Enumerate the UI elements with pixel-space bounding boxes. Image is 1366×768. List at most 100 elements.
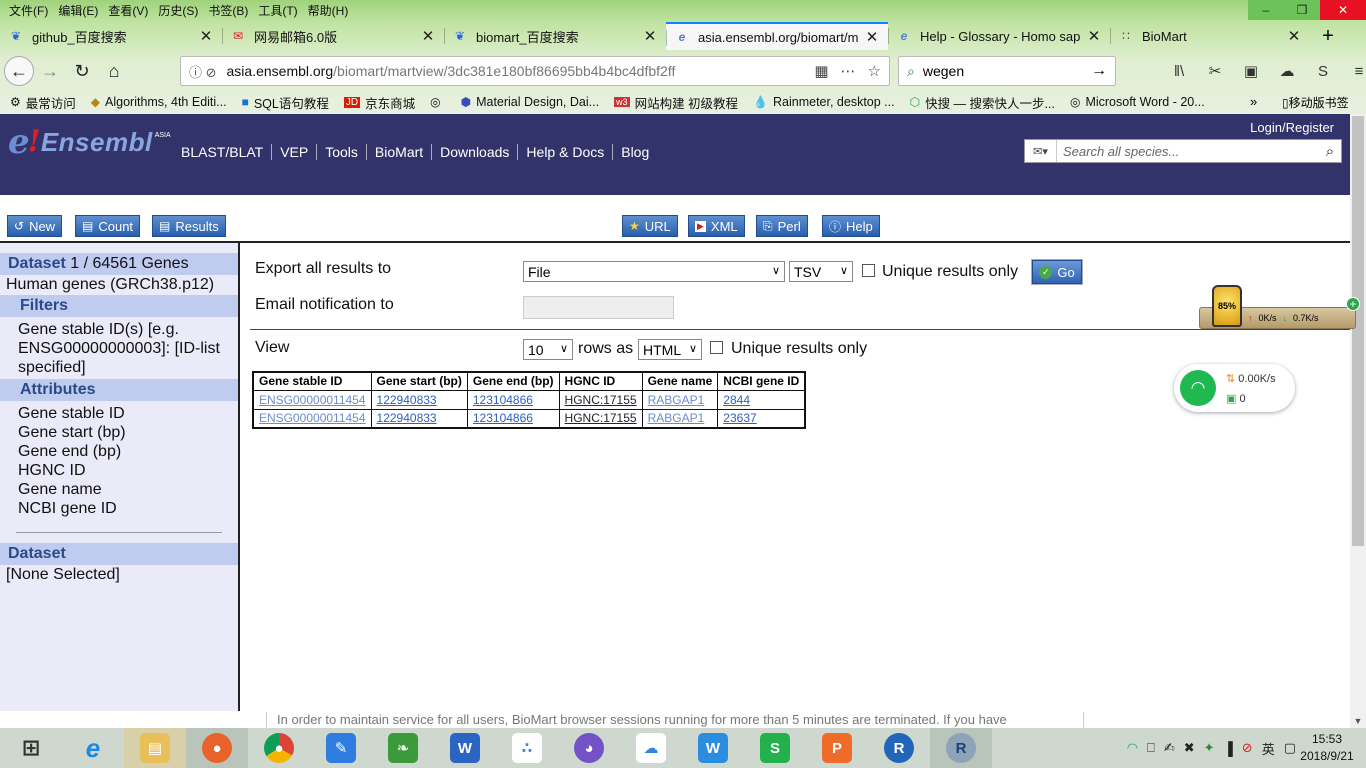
close-tab-icon[interactable]: ✕: [1286, 27, 1302, 45]
bookmarks-overflow-button[interactable]: »: [1250, 94, 1257, 109]
search-go-icon[interactable]: →: [1091, 62, 1107, 80]
taskbar-rstudio[interactable]: R: [930, 728, 992, 768]
results-button[interactable]: ▤ Results: [152, 215, 226, 237]
reload-button[interactable]: ↻: [66, 55, 98, 87]
page-scrollbar[interactable]: ▼: [1350, 114, 1366, 728]
nav-tools[interactable]: Tools: [316, 144, 366, 160]
taskbar-wps-ppt[interactable]: P: [806, 728, 868, 768]
menu-edit[interactable]: 编辑(E): [53, 0, 103, 20]
unique-results-view-checkbox[interactable]: [710, 341, 723, 354]
export-destination-select[interactable]: File ∨: [523, 261, 785, 282]
gene-end-link[interactable]: 123104866: [473, 393, 533, 407]
attributes-heading[interactable]: Attributes: [0, 379, 238, 401]
close-window-button[interactable]: ✕: [1320, 0, 1366, 20]
taskbar-r[interactable]: R: [868, 728, 930, 768]
wifi-tray-icon[interactable]: ◠: [1127, 740, 1138, 756]
menu-history[interactable]: 历史(S): [153, 0, 203, 20]
usb-icon[interactable]: ⎕: [1147, 740, 1155, 756]
bookmark-kuaisou[interactable]: ⬡ 快搜 — 搜索快人一步...: [910, 93, 1055, 112]
hamburger-menu-icon[interactable]: ≡: [1346, 63, 1366, 80]
site-info-icon[interactable]: ⓘ ⊘: [189, 62, 217, 81]
bookmark-star-icon[interactable]: ☆: [868, 62, 881, 80]
url-bar[interactable]: ⓘ ⊘ asia.ensembl.org /biomart/martview/3…: [180, 56, 890, 86]
bookmark-algorithms[interactable]: ◆ Algorithms, 4th Editi...: [91, 95, 227, 109]
species-search-input[interactable]: Search all species...: [1057, 144, 1319, 159]
qr-code-icon[interactable]: ▦: [814, 62, 828, 80]
gene-id-link[interactable]: ENSG00000011454: [259, 411, 366, 425]
security-icon[interactable]: ✦: [1204, 740, 1215, 756]
search-engine-icon[interactable]: ⌕: [907, 63, 915, 80]
bookmark-globe[interactable]: ◎: [430, 95, 445, 109]
close-tab-icon[interactable]: ✕: [642, 27, 658, 45]
view-format-select[interactable]: HTML ∨: [638, 339, 702, 360]
login-register-link[interactable]: Login/Register: [1250, 120, 1334, 135]
gene-start-link[interactable]: 122940833: [377, 393, 437, 407]
network-icon[interactable]: ▐: [1224, 741, 1233, 756]
nav-biomart[interactable]: BioMart: [365, 144, 431, 160]
bookmark-rainmeter[interactable]: 💧 Rainmeter, desktop ...: [753, 95, 895, 109]
perl-button[interactable]: ⎘ Perl: [756, 215, 808, 237]
export-format-select[interactable]: TSV ∨: [789, 261, 853, 282]
bookmark-material-design[interactable]: ⬢ Material Design, Dai...: [461, 95, 599, 109]
maximize-button[interactable]: ❐: [1284, 0, 1320, 20]
search-bar[interactable]: ⌕ wegen →: [898, 56, 1116, 86]
taskbar-netdisk[interactable]: ∴: [496, 728, 558, 768]
back-button[interactable]: ←: [4, 56, 34, 86]
tab-help-glossary[interactable]: e Help - Glossary - Homo sap ✕: [888, 22, 1110, 50]
hgnc-id-link[interactable]: HGNC:17155: [565, 411, 637, 425]
taskbar-chrome[interactable]: ●: [248, 728, 310, 768]
ensembl-logo[interactable]: e ! Ensembl ASIA: [8, 124, 171, 160]
taskbar-notes[interactable]: ✎: [310, 728, 372, 768]
gene-id-link[interactable]: ENSG00000011454: [259, 393, 366, 407]
hgnc-id-link[interactable]: HGNC:17155: [565, 393, 637, 407]
nav-blast[interactable]: BLAST/BLAT: [173, 144, 271, 160]
tab-ensembl-biomart[interactable]: e asia.ensembl.org/biomart/m ✕: [666, 22, 888, 50]
taskbar-wps-writer[interactable]: W: [682, 728, 744, 768]
gene-end-link[interactable]: 123104866: [473, 411, 533, 425]
close-tab-icon[interactable]: ✕: [198, 27, 214, 45]
minimize-button[interactable]: –: [1248, 0, 1284, 20]
gene-name-link[interactable]: RABGAP1: [648, 411, 705, 425]
filters-heading[interactable]: Filters: [0, 295, 238, 317]
taskbar-cloud[interactable]: ☁: [620, 728, 682, 768]
sync-icon[interactable]: ☁: [1274, 62, 1300, 80]
mute-icon[interactable]: ✖: [1184, 740, 1195, 756]
close-tab-icon[interactable]: ✕: [420, 27, 436, 45]
forward-button[interactable]: →: [34, 55, 66, 87]
go-button[interactable]: ✓ Go: [1032, 260, 1082, 284]
taskbar-ie[interactable]: e: [62, 728, 124, 768]
email-field[interactable]: [523, 296, 674, 319]
mobile-bookmarks[interactable]: ▯移动版书签: [1282, 94, 1349, 111]
page-actions-icon[interactable]: ⋯: [841, 62, 856, 80]
extension-s-icon[interactable]: S: [1310, 63, 1336, 80]
nav-blog[interactable]: Blog: [612, 144, 657, 160]
screenshot-icon[interactable]: ✂: [1202, 62, 1228, 80]
ime-indicator[interactable]: 英: [1262, 739, 1275, 758]
new-button[interactable]: ↺ New: [7, 215, 63, 237]
library-icon[interactable]: ‖\: [1166, 63, 1192, 80]
species-select-dropdown[interactable]: ✉▾: [1025, 140, 1057, 162]
scrollbar-thumb[interactable]: [1352, 116, 1364, 546]
taskbar-wps-sheet[interactable]: S: [744, 728, 806, 768]
nav-help-docs[interactable]: Help & Docs: [517, 144, 612, 160]
bookmark-word[interactable]: ◎ Microsoft Word - 20...: [1070, 95, 1205, 109]
count-button[interactable]: ▤ Count: [75, 215, 141, 237]
bookmark-w3[interactable]: w3 网站构建 初级教程: [614, 93, 738, 112]
unique-results-checkbox[interactable]: [862, 264, 875, 277]
ncbi-gene-id-link[interactable]: 23637: [723, 411, 756, 425]
sidebar-icon[interactable]: ▣: [1238, 62, 1264, 80]
gene-name-link[interactable]: RABGAP1: [648, 393, 705, 407]
menu-tools[interactable]: 工具(T): [253, 0, 302, 20]
start-button[interactable]: ⊞: [0, 728, 62, 768]
wifi-widget[interactable]: ◠ ⇅ 0.00K/s ▣ 0: [1174, 364, 1295, 412]
menu-view[interactable]: 查看(V): [103, 0, 153, 20]
bookmark-most-visited[interactable]: ⚙ 最常访问: [10, 93, 76, 112]
help-button[interactable]: ⓘ Help: [822, 215, 880, 237]
menu-bookmarks[interactable]: 书签(B): [203, 0, 253, 20]
taskbar-clock[interactable]: 15:53 2018/9/21: [1298, 731, 1356, 765]
rows-count-select[interactable]: 10 ∨: [523, 339, 573, 360]
network-monitor-widget[interactable]: ↑ 0K/s ↓ 0.7K/s 85% +: [1199, 285, 1360, 331]
gene-start-link[interactable]: 122940833: [377, 411, 437, 425]
home-button[interactable]: ⌂: [98, 55, 130, 87]
taskbar-evernote[interactable]: ❧: [372, 728, 434, 768]
